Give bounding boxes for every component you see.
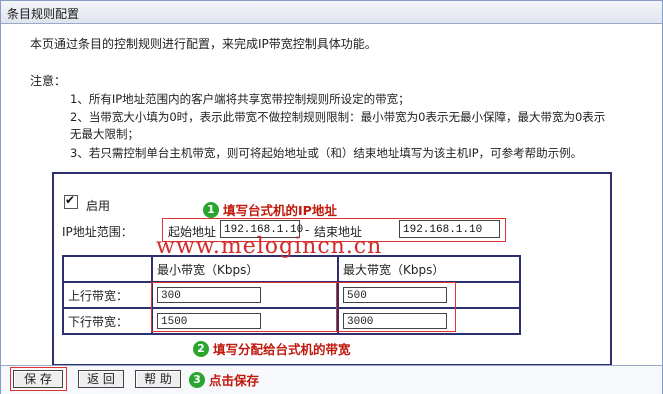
table-header-empty bbox=[62, 255, 153, 283]
max-bandwidth-header: 最大带宽（Kbps） bbox=[337, 255, 521, 283]
note-item: 无最大限制； bbox=[70, 127, 139, 141]
annotation-bandwidth: 2 填写分配给台式机的带宽 bbox=[193, 339, 351, 358]
help-button[interactable]: 帮 助 bbox=[135, 370, 181, 388]
annotation-ip-text: 填写台式机的IP地址 bbox=[223, 203, 337, 218]
title-bar: 条目规则配置 bbox=[1, 1, 662, 24]
step-3-badge: 3 bbox=[189, 371, 205, 388]
step-2-badge: 2 bbox=[193, 340, 209, 357]
notes-title: 注意： bbox=[30, 74, 67, 88]
back-button[interactable]: 返 回 bbox=[78, 370, 124, 388]
note-item: 3、若只需控制单台主机带宽，则可将起始地址或（和）结束地址填写为该主机IP，可参… bbox=[70, 146, 583, 160]
max-bandwidth-highlight bbox=[336, 282, 456, 332]
table-header-row: 最小带宽（Kbps） 最大带宽（Kbps） bbox=[62, 255, 521, 283]
downlink-label: 下行带宽： bbox=[62, 307, 153, 335]
window-title: 条目规则配置 bbox=[7, 7, 80, 21]
watermark: www.melogincn.cn bbox=[156, 234, 383, 259]
ip-range-label: IP地址范围： bbox=[62, 225, 133, 239]
save-button[interactable]: 保 存 bbox=[13, 370, 63, 388]
annotation-save: 3 点击保存 bbox=[189, 370, 259, 389]
annotation-bandwidth-text: 填写分配给台式机的带宽 bbox=[213, 342, 351, 357]
note-item: 1、所有IP地址范围内的客户端将共享宽带控制规则所设定的带宽； bbox=[70, 92, 410, 106]
intro-text: 本页通过条目的控制规则进行配置，来完成IP带宽控制具体功能。 bbox=[30, 37, 377, 51]
enable-checkbox[interactable] bbox=[64, 193, 78, 209]
uplink-label: 上行带宽： bbox=[62, 281, 153, 309]
min-bandwidth-highlight bbox=[151, 282, 337, 332]
annotation-ip: 1 填写台式机的IP地址 bbox=[203, 200, 337, 219]
min-bandwidth-header: 最小带宽（Kbps） bbox=[151, 255, 339, 283]
step-1-badge: 1 bbox=[203, 201, 219, 218]
annotation-save-text: 点击保存 bbox=[209, 373, 260, 388]
enable-label: 启用 bbox=[86, 199, 111, 213]
note-item: 2、当带宽大小填为0时，表示此带宽不做控制规则限制：最小带宽为0表示无最小保障，… bbox=[70, 110, 606, 124]
end-address-input[interactable]: 192.168.1.10 bbox=[399, 220, 500, 238]
